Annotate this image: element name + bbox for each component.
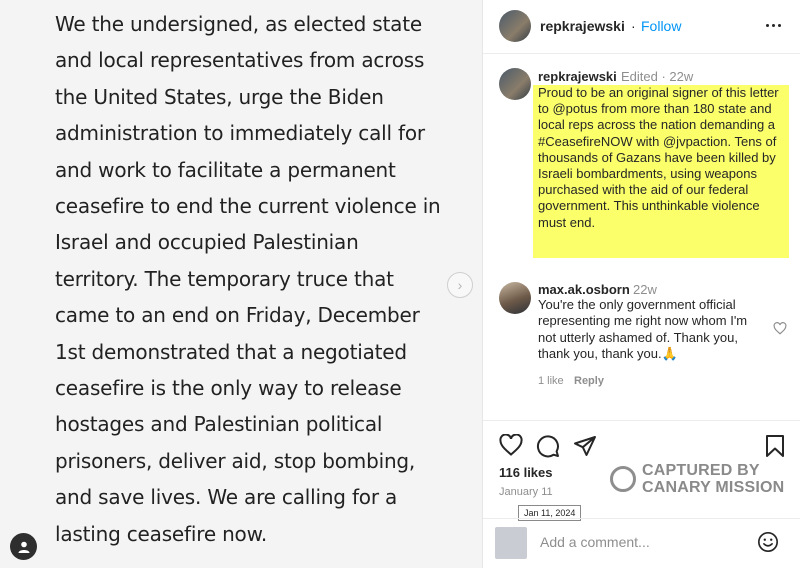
comment-likes[interactable]: 1 like: [538, 375, 564, 387]
post-sidebar: repkrajewski · Follow repkrajewski Edite…: [482, 0, 800, 568]
add-comment-input[interactable]: [540, 531, 740, 553]
share-icon[interactable]: [573, 434, 597, 458]
canary-logo-icon: [610, 466, 636, 492]
post-image: We the undersigned, as elected state and…: [0, 0, 482, 568]
heart-icon[interactable]: [499, 434, 523, 456]
post-header: repkrajewski · Follow: [483, 0, 800, 54]
likes-count[interactable]: 116 likes: [499, 465, 553, 480]
caption-avatar[interactable]: [499, 68, 531, 100]
post-date[interactable]: January 11: [499, 486, 553, 498]
next-image-button[interactable]: ›: [447, 272, 473, 298]
comment-time: 22w: [633, 282, 657, 297]
author-username[interactable]: repkrajewski: [540, 18, 625, 34]
caption-username[interactable]: repkrajewski: [538, 69, 617, 84]
emoji-icon[interactable]: [757, 531, 779, 553]
caption-meta: Edited · 22w: [621, 69, 694, 84]
watermark-line-2: CANARY MISSION: [642, 479, 785, 496]
comment-heart-icon[interactable]: [773, 322, 787, 335]
comment-text: You're the only government official repr…: [538, 297, 748, 361]
current-user-avatar: [495, 527, 527, 559]
watermark-line-1: CAPTURED BY: [642, 462, 760, 479]
chevron-right-icon: ›: [457, 277, 463, 293]
comment-reply-button[interactable]: Reply: [574, 375, 604, 387]
profile-button[interactable]: [10, 533, 37, 560]
bookmark-icon[interactable]: [765, 434, 785, 458]
person-icon: [18, 541, 29, 553]
caption-text: Proud to be an original signer of this l…: [538, 85, 779, 230]
letter-text: We the undersigned, as elected state and…: [55, 12, 441, 546]
author-avatar[interactable]: [499, 10, 531, 42]
more-options-icon[interactable]: [766, 24, 781, 27]
follow-button[interactable]: Follow: [641, 18, 681, 34]
actions-divider: [483, 420, 800, 421]
comment-icon[interactable]: [536, 434, 560, 458]
comment-bar-divider: [483, 518, 800, 519]
header-separator: ·: [631, 18, 636, 34]
canary-mission-watermark: CAPTURED BY CANARY MISSION: [610, 462, 784, 496]
comment-username[interactable]: max.ak.osborn: [538, 282, 630, 297]
commenter-avatar[interactable]: [499, 282, 531, 314]
